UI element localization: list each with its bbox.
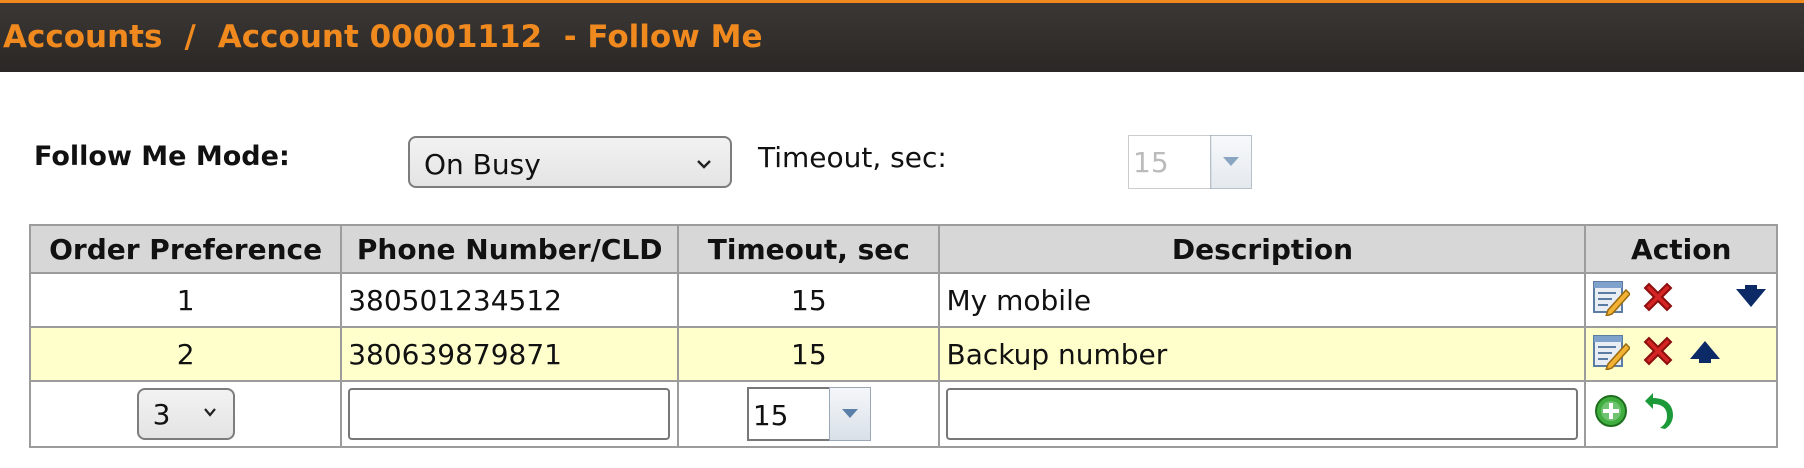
timeout-dropdown-button[interactable] xyxy=(1210,135,1252,189)
edit-icon[interactable] xyxy=(1592,332,1632,377)
table-header-row: Order Preference Phone Number/CLD Timeou… xyxy=(28,224,1778,274)
breadcrumb-accounts-link[interactable]: Accounts xyxy=(3,19,162,55)
new-timeout-combo[interactable]: 15 xyxy=(746,387,871,441)
phone-cell: 380639879871 xyxy=(340,326,680,382)
breadcrumb: Accounts / Account 00001112 - Follow Me xyxy=(3,19,762,55)
column-header-action: Action xyxy=(1584,224,1778,274)
chevron-down-icon xyxy=(841,409,858,418)
follow-me-mode-select[interactable]: On Busy xyxy=(408,136,732,188)
description-cell xyxy=(938,380,1587,448)
undo-icon[interactable] xyxy=(1643,391,1677,438)
table-row: 1 380501234512 15 My mobile xyxy=(28,272,1778,328)
add-icon[interactable] xyxy=(1592,392,1630,437)
follow-me-mode-label: Follow Me Mode: xyxy=(34,141,290,172)
column-header-order: Order Preference xyxy=(28,224,343,274)
timeout-label: Timeout, sec: xyxy=(758,141,947,174)
table-row: 2 380639879871 15 Backup number xyxy=(28,326,1778,382)
delete-icon[interactable] xyxy=(1639,278,1677,323)
timeout-field: 15 xyxy=(1128,135,1212,189)
action-cell xyxy=(1584,326,1778,382)
phone-input[interactable] xyxy=(348,388,671,440)
order-select-value: 3 xyxy=(152,398,171,431)
page-header: Accounts / Account 00001112 - Follow Me xyxy=(0,0,1804,72)
chevron-down-icon xyxy=(696,148,712,176)
delete-icon[interactable] xyxy=(1639,332,1677,377)
breadcrumb-account-link[interactable]: Account 00001112 xyxy=(218,19,542,55)
arrow-down-icon[interactable] xyxy=(1734,283,1768,318)
follow-me-table: Order Preference Phone Number/CLD Timeou… xyxy=(28,224,1778,448)
column-header-timeout: Timeout, sec xyxy=(677,224,941,274)
chevron-down-icon xyxy=(1223,157,1239,166)
new-timeout-field: 15 xyxy=(746,387,831,441)
timeout-cell: 15 xyxy=(677,326,941,382)
new-entry-row: 3 15 xyxy=(28,380,1778,448)
order-cell: 1 xyxy=(28,272,343,328)
description-cell: My mobile xyxy=(938,272,1587,328)
new-timeout-dropdown-button[interactable] xyxy=(828,387,871,441)
timeout-cell: 15 xyxy=(677,380,941,448)
description-cell: Backup number xyxy=(938,326,1587,382)
breadcrumb-separator: / xyxy=(184,19,196,55)
timeout-combo[interactable]: 15 xyxy=(1128,135,1252,189)
column-header-phone: Phone Number/CLD xyxy=(340,224,680,274)
order-select[interactable]: 3 xyxy=(136,388,235,440)
order-cell: 3 xyxy=(28,380,343,448)
edit-icon[interactable] xyxy=(1592,278,1632,323)
description-input[interactable] xyxy=(946,388,1579,440)
column-header-description: Description xyxy=(938,224,1587,274)
follow-me-mode-value: On Busy xyxy=(424,148,541,181)
phone-cell xyxy=(340,380,680,448)
timeout-cell: 15 xyxy=(677,272,941,328)
action-cell xyxy=(1584,272,1778,328)
arrow-up-icon[interactable] xyxy=(1688,337,1722,372)
phone-cell: 380501234512 xyxy=(340,272,680,328)
chevron-down-icon xyxy=(203,398,217,423)
page-title: - Follow Me xyxy=(563,19,763,55)
order-cell: 2 xyxy=(28,326,343,382)
action-cell xyxy=(1584,380,1778,448)
